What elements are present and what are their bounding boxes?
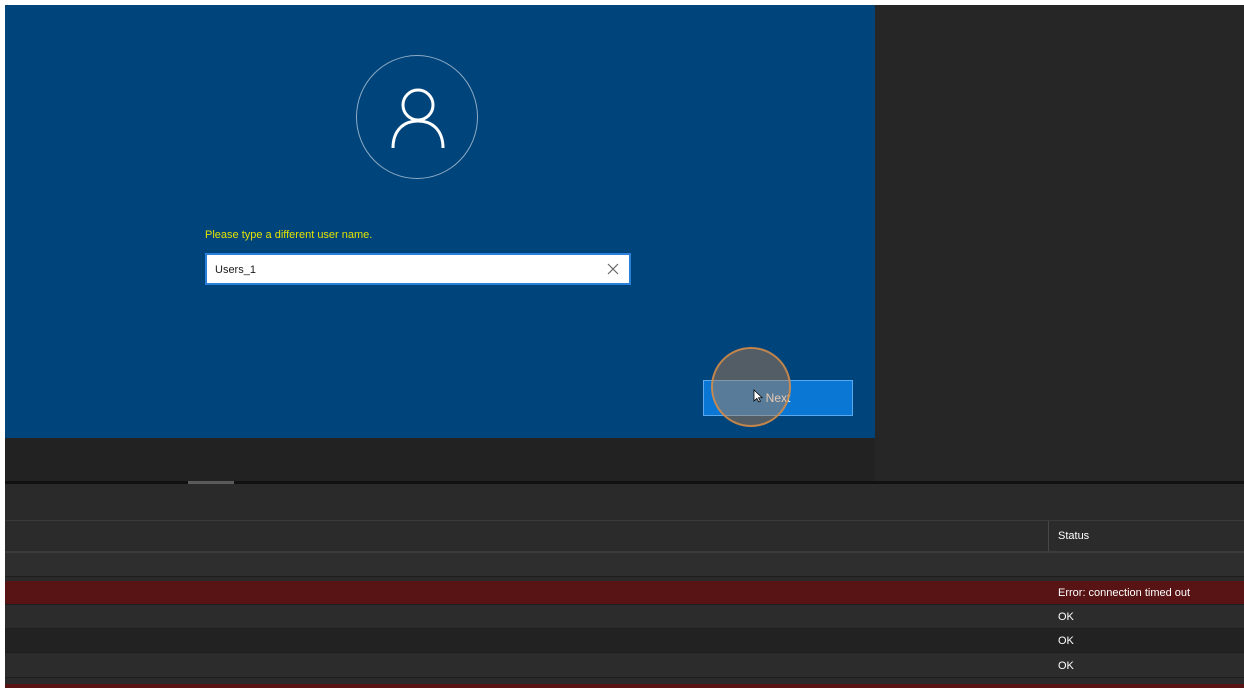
log-panel: Status Error: connection timed out OK OK… — [5, 484, 1244, 688]
status-cell: OK — [1058, 611, 1074, 623]
user-silhouette-icon — [391, 88, 445, 149]
status-cell: OK — [1058, 660, 1074, 672]
table-row-partial — [5, 684, 1244, 688]
table-row[interactable]: OK — [5, 605, 1244, 629]
side-panel — [875, 5, 1244, 481]
status-cell: OK — [1058, 635, 1074, 647]
log-toolbar — [5, 484, 1244, 521]
login-screen: Please type a different user name. Next — [5, 5, 875, 438]
username-field[interactable] — [205, 253, 631, 285]
remote-session-window: Please type a different user name. Next … — [5, 5, 1244, 688]
user-avatar — [356, 55, 478, 179]
next-button[interactable]: Next — [703, 380, 853, 416]
username-prompt: Please type a different user name. — [205, 229, 373, 241]
table-row[interactable] — [5, 553, 1244, 577]
table-row[interactable]: OK — [5, 629, 1244, 653]
username-input[interactable] — [215, 261, 595, 279]
table-row[interactable]: OK — [5, 654, 1244, 678]
close-icon[interactable] — [606, 262, 620, 276]
status-cell: Error: connection timed out — [1058, 587, 1191, 599]
screen-bottom-strip — [5, 438, 875, 481]
column-divider[interactable] — [1048, 521, 1049, 551]
log-table-header: Status — [5, 521, 1244, 553]
table-row[interactable]: Error: connection timed out — [5, 581, 1244, 605]
status-column-header[interactable]: Status — [1058, 530, 1089, 542]
